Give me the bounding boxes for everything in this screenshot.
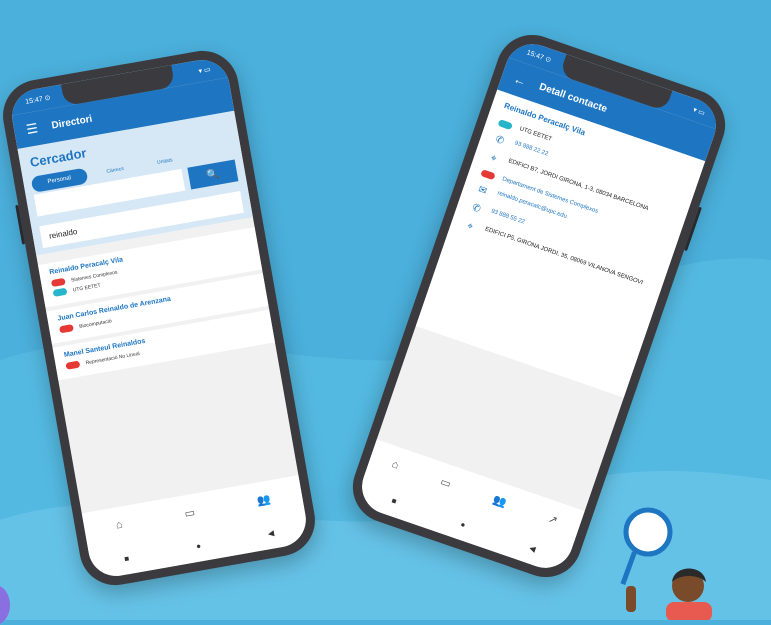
unit-badge — [50, 277, 66, 288]
contact-card-icon[interactable]: ▭ — [439, 474, 453, 490]
detail-text: 93 888 55 22 — [490, 208, 526, 226]
back-icon[interactable]: ◀ — [528, 543, 537, 554]
external-link-icon[interactable]: ↗ — [547, 512, 560, 527]
unit-badge — [480, 169, 496, 181]
status-time: 15:47 ⊙ — [525, 49, 552, 65]
detail-text: 93 888 22 22 — [513, 140, 549, 158]
status-time: 15:47 ⊙ — [24, 94, 52, 106]
home-button-icon[interactable]: ● — [459, 519, 467, 529]
search-icon: 🔍 — [205, 167, 220, 181]
recents-icon[interactable]: ■ — [390, 495, 398, 505]
menu-icon[interactable]: ☰ — [25, 120, 39, 138]
result-unit: UTG EETET — [72, 282, 101, 293]
tab-unitats[interactable]: Unitats — [143, 155, 187, 168]
status-signal-icon: ▾ ▭ — [691, 106, 706, 118]
magnifier-lens — [623, 507, 673, 557]
magnifier-handle — [620, 551, 637, 585]
location-icon: ⌖ — [489, 152, 498, 165]
people-icon[interactable]: 👥 — [256, 492, 272, 507]
query-text: reinaldo — [48, 226, 78, 241]
recents-icon[interactable]: ■ — [124, 553, 130, 563]
home-icon[interactable]: ⌂ — [115, 519, 124, 532]
results-list: Reinaldo Peracalç Vila Sistemes Complexo… — [37, 227, 276, 384]
detail-text: UTG EETET — [518, 126, 553, 143]
location-icon: ⌖ — [465, 220, 475, 233]
character-arm — [626, 586, 636, 612]
back-arrow-icon[interactable]: ← — [512, 70, 529, 88]
people-icon[interactable]: 👥 — [491, 492, 508, 509]
app-title: Directori — [50, 113, 94, 132]
contact-card-icon[interactable]: ▭ — [183, 505, 196, 520]
unit-badge — [52, 287, 68, 297]
search-title: Cercador — [28, 145, 88, 170]
character-shirt — [666, 602, 712, 620]
status-signal-icon: ▾ ▭ — [198, 66, 212, 76]
back-icon[interactable]: ◀ — [267, 528, 275, 538]
mail-icon: ✉ — [476, 184, 489, 198]
tab-carrecs[interactable]: Càrrecs — [92, 163, 138, 177]
unit-badge — [497, 119, 513, 131]
unit-badge — [65, 360, 81, 370]
unit-badge — [58, 324, 74, 334]
phone-icon: ✆ — [470, 202, 482, 216]
home-button-icon[interactable]: ● — [195, 541, 201, 551]
home-icon[interactable]: ⌂ — [390, 458, 400, 472]
result-unit: Biocomputació — [78, 317, 113, 330]
magnifier-character-illustration — [620, 507, 712, 620]
phone-icon: ✆ — [493, 134, 506, 148]
